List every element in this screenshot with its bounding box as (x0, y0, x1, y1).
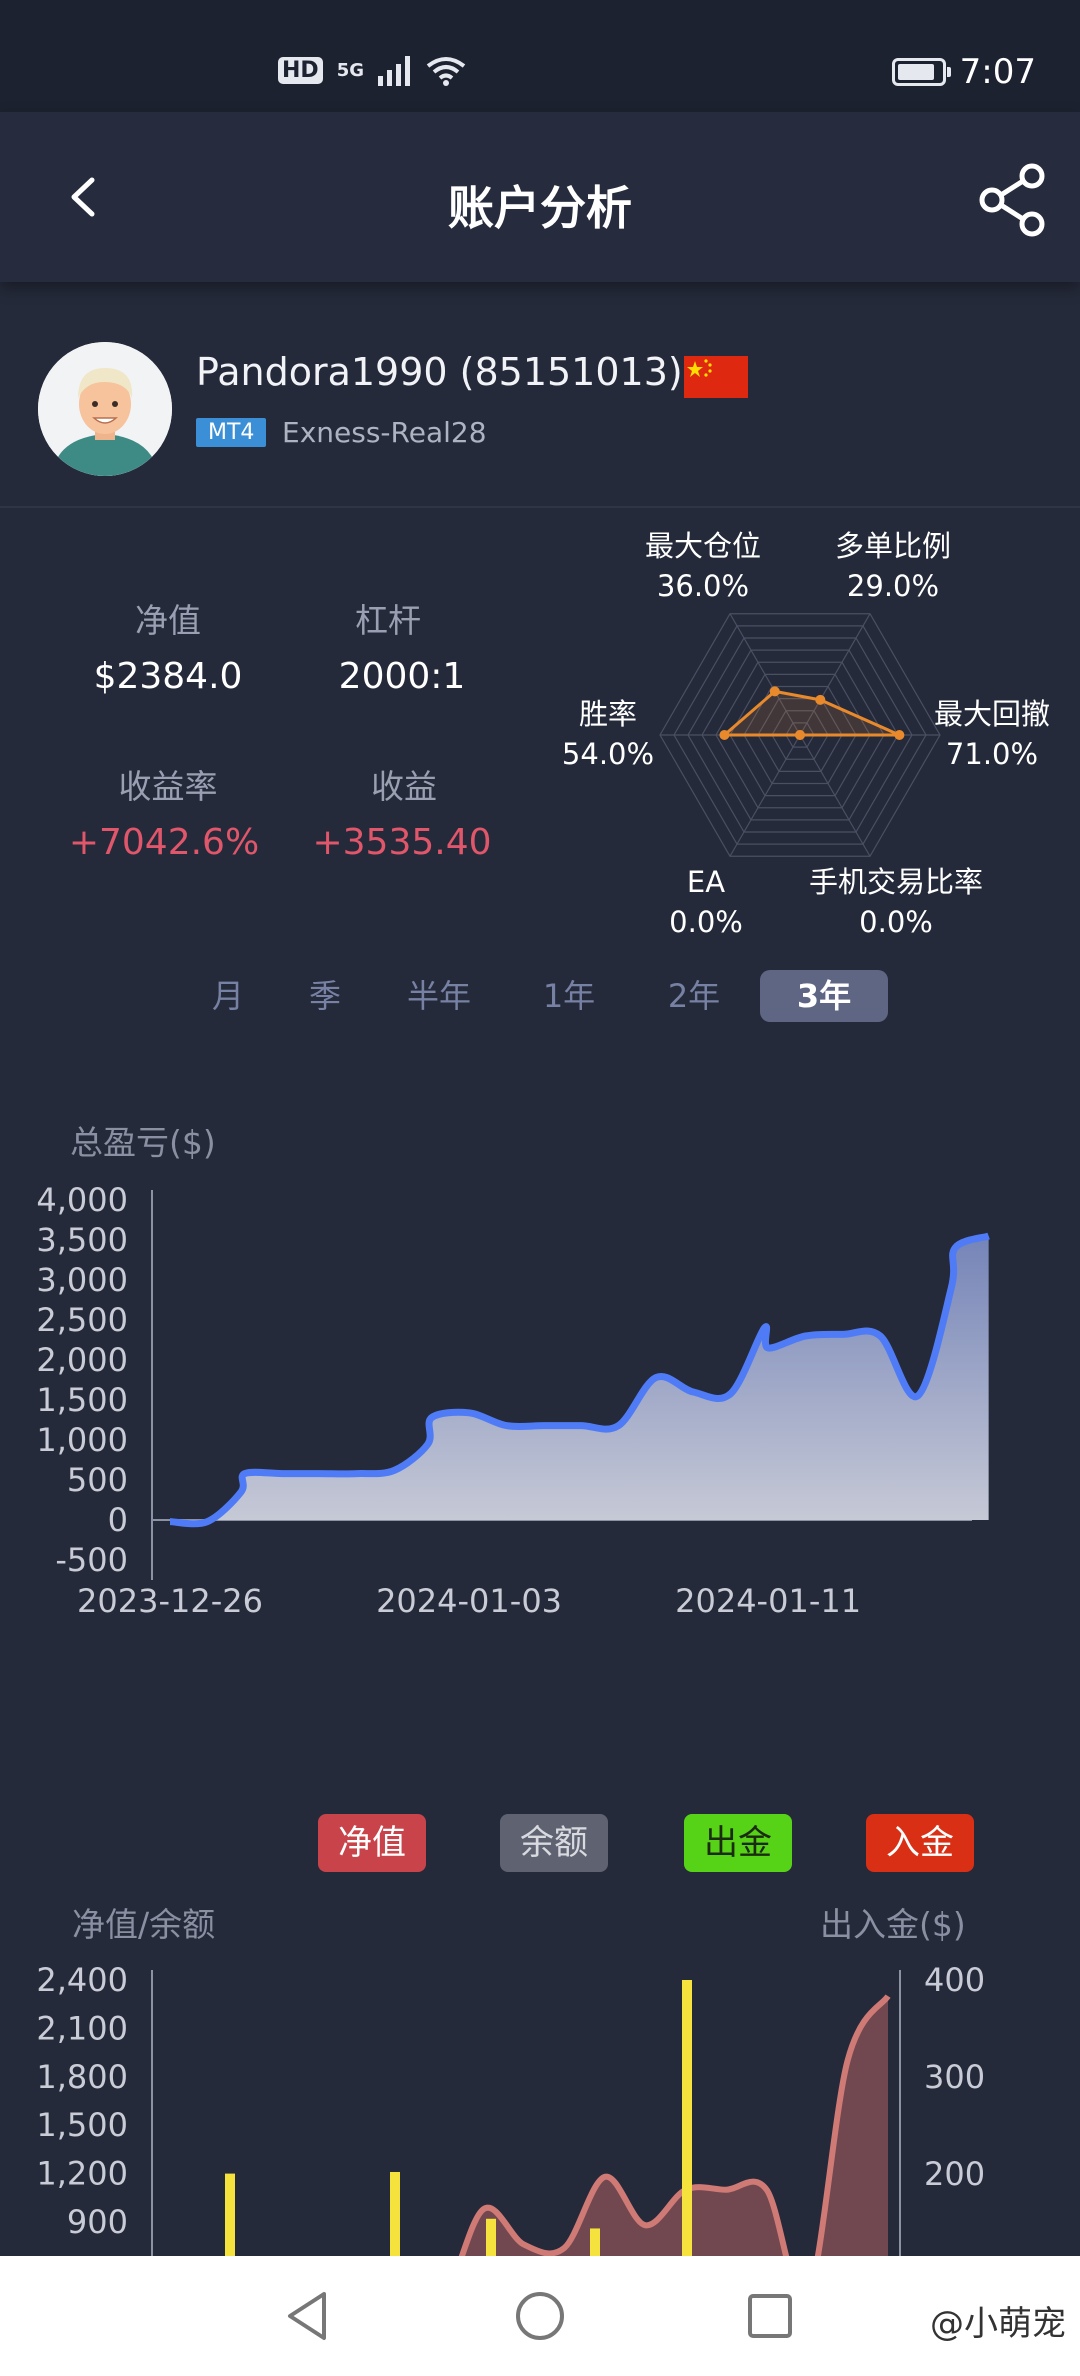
hd-badge: HD (278, 56, 323, 84)
equity-right-tick-label: 400 (924, 1961, 985, 1999)
legend-balance-button[interactable]: 余额 (500, 1814, 608, 1872)
pnl-y-tick-label: 1,500 (36, 1381, 128, 1419)
pnl-y-tick-label: 0 (108, 1501, 128, 1539)
profit-label: 收益 (371, 767, 437, 806)
equity-right-tick-label: 300 (924, 2058, 985, 2096)
pnl-chart-title: 总盈亏($) (70, 1123, 216, 1162)
pnl-y-tick-label: 2,500 (36, 1301, 128, 1339)
page-title: 账户分析 (448, 181, 632, 235)
equity-left-tick-label: 900 (67, 2203, 128, 2241)
profile-section: Pandora1990 (85151013) MT4 Exness-Real28 (0, 320, 1080, 508)
legend-equity-button[interactable]: 净值 (318, 1814, 426, 1872)
platform-badge: MT4 (196, 418, 267, 447)
pnl-x-tick-label: 2023-12-26 (77, 1582, 263, 1620)
radar-point (769, 686, 780, 697)
tab-1-year[interactable]: 1年 (504, 970, 634, 1022)
tab-quarter[interactable]: 季 (276, 970, 374, 1022)
pnl-y-tick-label: 1,000 (36, 1421, 128, 1459)
tab-month[interactable]: 月 (180, 970, 276, 1022)
yield-value: +7042.6% (68, 822, 260, 863)
radar-label-long-ratio: 多单比例 29.0% (834, 529, 951, 603)
period-tabs: 月 季 半年 1年 2年 3年 (180, 970, 888, 1022)
nav-home-icon[interactable] (510, 2286, 570, 2346)
radar-label-mobile-ratio: 手机交易比率 0.0% (808, 865, 983, 939)
china-flag-icon (684, 356, 748, 398)
radar-data-polygon (720, 689, 901, 737)
radar-point (894, 730, 905, 740)
system-nav-bar: @小萌宠 (0, 2256, 1080, 2376)
radar-label-win-rate: 胜率 54.0% (561, 697, 655, 771)
equity-left-tick-label: 2,400 (36, 1961, 128, 1999)
equity-balance-chart: 2,400 2,100 1,800 1,500 1,200 900 400 300 200 (36, 1961, 985, 2256)
equity-line (458, 1994, 891, 2256)
deposit-bar (590, 2228, 600, 2256)
app-header: 账户分析 (0, 112, 1080, 282)
radar-point (719, 730, 730, 740)
tab-3-year[interactable]: 3年 (760, 970, 888, 1022)
watermark: @小萌宠 (930, 2304, 1066, 2344)
radar-point (815, 694, 826, 705)
yield-label: 收益率 (118, 767, 218, 806)
legend-deposit-button[interactable]: 入金 (866, 1814, 974, 1872)
nav-back-icon[interactable] (278, 2286, 338, 2346)
deposit-bar (390, 2171, 400, 2256)
equity-balance-axis-title: 净值/余额 (72, 1905, 216, 1944)
pnl-y-tick-label: 3,500 (36, 1221, 128, 1259)
equity-left-tick-label: 2,100 (36, 2009, 128, 2047)
status-bar: HD 5G 7:07 (0, 0, 1080, 112)
signal-icon (378, 54, 410, 86)
radar-label-ea: EA 0.0% (669, 865, 743, 939)
tab-half-year[interactable]: 半年 (374, 970, 504, 1022)
pnl-x-tick-label: 2024-01-03 (376, 1582, 562, 1620)
equity-label: 净值 (135, 601, 201, 640)
equity-left-tick-label: 1,800 (36, 2058, 128, 2096)
battery-icon (891, 58, 951, 86)
pnl-y-tick-label: 4,000 (36, 1181, 128, 1219)
wifi-icon (426, 57, 466, 86)
account-name: Pandora1990 (85151013) (196, 350, 683, 394)
pnl-y-tick-label: 3,000 (36, 1261, 128, 1299)
nav-recents-icon[interactable] (740, 2286, 800, 2346)
server-name: Exness-Real28 (282, 416, 487, 449)
pnl-area-fill (170, 1236, 989, 1524)
avatar[interactable] (38, 342, 172, 476)
tab-2-year[interactable]: 2年 (634, 970, 754, 1022)
pnl-y-tick-label: -500 (55, 1541, 128, 1579)
radar-label-max-position: 最大仓位 36.0% (644, 529, 761, 603)
deposit-bar (682, 1980, 692, 2256)
equity-left-tick-label: 1,200 (36, 2155, 128, 2193)
equity-right-tick-label: 200 (924, 2155, 985, 2193)
radar-label-max-drawdown: 最大回撤 71.0% (933, 697, 1050, 771)
pnl-y-tick-label: 2,000 (36, 1341, 128, 1379)
clock: 7:07 (959, 52, 1036, 92)
profit-value: +3535.40 (312, 822, 492, 863)
pnl-y-tick-label: 500 (67, 1461, 128, 1499)
deposit-bar (486, 2218, 496, 2256)
share-icon[interactable] (974, 160, 1054, 240)
equity-left-tick-label: 1,500 (36, 2106, 128, 2144)
deposit-withdraw-axis-title: 出入金($) (820, 1905, 966, 1944)
pnl-area-chart: 4,0003,5003,0002,5002,0001,5001,0005000-… (36, 1181, 990, 1620)
legend-withdraw-button[interactable]: 出金 (684, 1814, 792, 1872)
network-type: 5G (336, 59, 364, 81)
radar-point (795, 730, 805, 740)
leverage-value: 2000:1 (338, 656, 466, 697)
leverage-label: 杠杆 (355, 601, 421, 640)
deposit-bar (225, 2173, 235, 2256)
equity-value: $2384.0 (93, 656, 243, 697)
pnl-x-tick-label: 2024-01-11 (675, 1582, 861, 1620)
